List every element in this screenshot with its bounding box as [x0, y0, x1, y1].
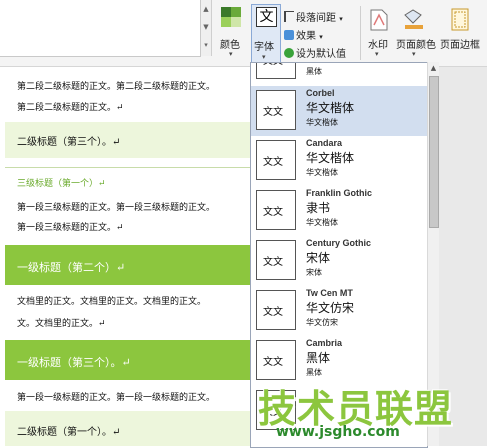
chevron-down-icon: ▾	[412, 50, 416, 58]
font-sample-small: 宋体	[306, 268, 322, 277]
scroll-up-icon[interactable]: ▲	[201, 0, 211, 18]
site-watermark-url: www.jsgho.com	[276, 424, 400, 440]
heading-rule	[5, 167, 250, 168]
font-sample: 华文仿宋	[306, 301, 355, 315]
font-item-tw-cen-mt[interactable]: 文文 Tw Cen MT 华文仿宋 华文仿宋	[251, 286, 427, 336]
color-swatch-icon	[231, 7, 241, 17]
page-color-label: 页面颜色	[396, 40, 436, 51]
font-name: Corbel	[306, 88, 335, 98]
font-preview-text: 文文	[263, 357, 283, 368]
font-sample: 宋体	[306, 251, 331, 265]
font-label: 字体	[254, 42, 274, 53]
page-border-label: 页面边框	[440, 40, 480, 51]
font-preview: 文文	[256, 190, 296, 230]
effects-icon	[284, 30, 294, 40]
font-sample: 黑体	[306, 351, 331, 365]
chevron-down-icon: ▾	[229, 50, 233, 58]
heading2-text: 二级标题（第一个）。↵	[17, 427, 121, 438]
scroll-up-icon[interactable]: ▲	[428, 64, 439, 74]
body-text-line: 第二段二级标题的正文。↵	[17, 103, 124, 113]
scroll-down-icon[interactable]: ▼	[201, 18, 211, 36]
chevron-down-icon: ▾	[262, 53, 266, 61]
font-name: Tw Cen MT	[306, 288, 353, 298]
font-preview-text: 文文	[263, 63, 283, 67]
font-preview: 文文	[256, 290, 296, 330]
page-border-icon	[451, 8, 469, 31]
body-text-line: 第一段三级标题的正文。↵	[17, 223, 124, 233]
watermark-icon	[370, 9, 388, 31]
effects-label: 效果	[296, 31, 316, 42]
set-default-label: 设为默认值	[296, 49, 346, 60]
font-name: Cambria	[306, 338, 343, 348]
body-text-line: 第二段二级标题的正文。第二段二级标题的正文。	[17, 82, 216, 92]
font-preview-text: 文文	[263, 207, 283, 218]
font-item-candara[interactable]: 文文 Candara 华文楷体 华文楷体	[251, 136, 427, 186]
gallery-scroll[interactable]: ▲ ▼ ▾	[201, 0, 212, 56]
font-preview: 文文	[256, 90, 296, 130]
font-button[interactable]: 文 字体 ▾	[251, 4, 281, 66]
heading1-text: 一级标题（第二个）↵	[17, 261, 126, 274]
font-name: Century Gothic	[306, 238, 372, 248]
paragraph-spacing-label: 段落间距	[296, 13, 336, 24]
font-sample-small: 华文楷体	[306, 168, 338, 177]
font-preview: 文文	[256, 140, 296, 180]
color-swatch-icon	[221, 7, 231, 17]
font-preview-text: 文文	[263, 157, 283, 168]
chevron-down-icon: ▾	[375, 50, 379, 58]
checkmark-icon	[284, 48, 294, 58]
font-item-corbel[interactable]: 文文 Corbel 华文楷体 华文楷体	[251, 86, 427, 136]
font-sample: 隶书	[306, 201, 331, 215]
heading1-text: 一级标题（第三个）。↵	[17, 356, 131, 369]
body-text-line: 文。文档里的正文。↵	[17, 319, 106, 329]
color-swatch-icon	[221, 17, 231, 27]
ribbon: ▲ ▼ ▾ 颜色 ▾ 文 字体 ▾ 段落间距 ▾ 效果 ▾ 设为默认值 水印 ▾	[0, 0, 487, 67]
color-swatch-icon	[231, 17, 241, 27]
set-default-button[interactable]: 设为默认值	[284, 45, 346, 60]
font-item-century-gothic[interactable]: 文文 Century Gothic 宋体 宋体	[251, 236, 427, 286]
font-sample-small: 华文楷体	[306, 218, 338, 227]
font-sample: 华文楷体	[306, 101, 355, 115]
watermark-label: 水印	[368, 40, 388, 51]
body-text-line: 文档里的正文。文档里的正文。文档里的正文。	[17, 297, 207, 307]
scroll-thumb[interactable]	[429, 76, 439, 228]
font-preview: 文文	[256, 63, 296, 79]
font-sample-small: 黑体	[306, 368, 322, 377]
font-name: Candara	[306, 138, 343, 148]
body-text-line: 第一段一级标题的正文。第一段一级标题的正文。	[17, 393, 216, 403]
color-label: 颜色	[220, 40, 240, 51]
font-sample-small: 华文楷体	[306, 118, 338, 127]
font-item-partial[interactable]: 文文 黑体	[251, 63, 427, 85]
document-page[interactable]: 第二段二级标题的正文。第二段二级标题的正文。 第二段二级标题的正文。↵ 二级标题…	[0, 67, 250, 446]
font-glyph-icon: 文	[256, 7, 277, 27]
paragraph-spacing-icon	[284, 11, 294, 22]
font-item-franklin-gothic[interactable]: 文文 Franklin Gothic 隶书 华文楷体	[251, 186, 427, 236]
effects-button[interactable]: 效果 ▾	[284, 27, 323, 42]
font-preview-text: 文文	[263, 307, 283, 318]
font-sample: 华文楷体	[306, 151, 355, 165]
expand-icon[interactable]: ▾	[201, 36, 211, 54]
paragraph-spacing-button[interactable]: 段落间距 ▾	[284, 9, 343, 24]
ribbon-divider	[360, 6, 361, 60]
heading2-text: 二级标题（第三个）。↵	[17, 137, 121, 148]
font-sample-small: 黑体	[306, 67, 322, 76]
body-text-line: 第一段三级标题的正文。第一段三级标题的正文。	[17, 203, 216, 213]
style-gallery-box[interactable]	[0, 0, 201, 57]
font-preview-text: 文文	[263, 107, 283, 118]
page-color-icon	[404, 9, 423, 29]
font-preview: 文文	[256, 340, 296, 380]
font-sample-small: 华文仿宋	[306, 318, 338, 327]
font-preview-text: 文文	[263, 257, 283, 268]
heading3-text: 三级标题（第一个）↵	[17, 179, 106, 189]
font-preview: 文文	[256, 240, 296, 280]
font-name: Franklin Gothic	[306, 188, 373, 198]
